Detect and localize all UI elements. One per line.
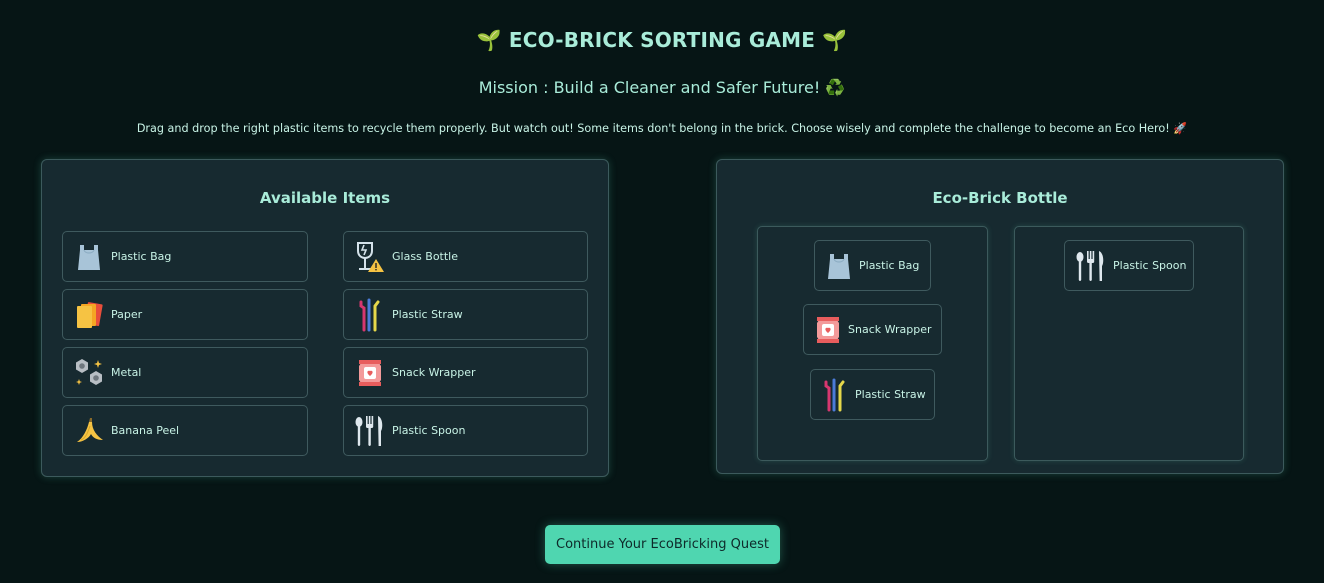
straw-icon [821, 378, 849, 412]
item-metal[interactable]: Metal [62, 347, 308, 398]
plastic-bag-icon [73, 241, 105, 273]
ecobrick-title: Eco-Brick Bottle [932, 189, 1068, 207]
placed-snack-wrapper[interactable]: Snack Wrapper [803, 304, 942, 355]
item-glass-bottle[interactable]: Glass Bottle [343, 231, 588, 282]
ecobrick-panel: Eco-Brick Bottle Plastic Bag Snack Wrapp… [716, 159, 1284, 474]
item-plastic-spoon[interactable]: Plastic Spoon [343, 405, 588, 456]
mission-subtitle: Mission : Build a Cleaner and Safer Futu… [478, 78, 846, 97]
item-plastic-bag[interactable]: Plastic Bag [62, 231, 308, 282]
instructions-text: Drag and drop the right plastic items to… [136, 122, 1188, 135]
banana-icon [73, 415, 105, 447]
game-title: 🌱 ECO-BRICK SORTING GAME 🌱 [476, 28, 848, 52]
placed-plastic-bag[interactable]: Plastic Bag [814, 240, 931, 291]
glass-bottle-icon [354, 241, 386, 273]
paper-icon [73, 299, 105, 331]
cutlery-icon [1075, 249, 1107, 283]
item-plastic-straw[interactable]: Plastic Straw [343, 289, 588, 340]
placed-plastic-straw[interactable]: Plastic Straw [810, 369, 935, 420]
item-snack-wrapper[interactable]: Snack Wrapper [343, 347, 588, 398]
cutlery-icon [354, 415, 386, 447]
plastic-bag-icon [825, 251, 853, 281]
snack-wrapper-icon [814, 314, 842, 346]
item-paper[interactable]: Paper [62, 289, 308, 340]
available-items-panel: Available Items Plastic Bag Paper Metal … [41, 159, 609, 477]
continue-quest-button[interactable]: Continue Your EcoBricking Quest [545, 525, 780, 564]
straw-icon [354, 298, 386, 331]
metal-nuts-icon [73, 357, 105, 389]
ecobrick-dropzone-1[interactable]: Plastic Bag Snack Wrapper Plastic Straw [757, 226, 988, 461]
available-items-title: Available Items [259, 189, 391, 207]
ecobrick-dropzone-2[interactable]: Plastic Spoon [1014, 226, 1244, 461]
snack-wrapper-icon [354, 357, 386, 389]
item-banana-peel[interactable]: Banana Peel [62, 405, 308, 456]
placed-plastic-spoon[interactable]: Plastic Spoon [1064, 240, 1194, 291]
